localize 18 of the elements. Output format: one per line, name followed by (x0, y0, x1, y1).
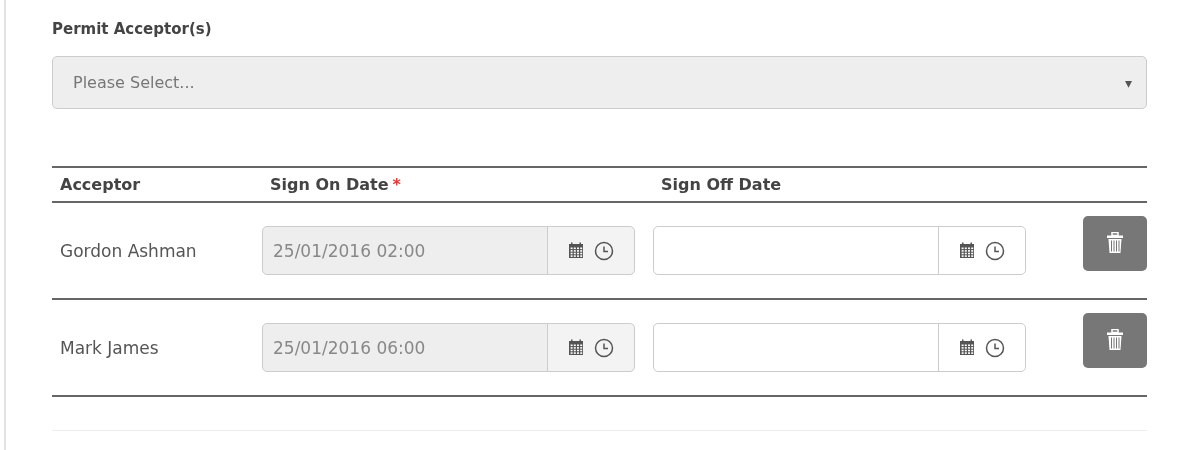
field-label: Permit Acceptor(s) (52, 20, 213, 40)
clock-icon[interactable] (985, 337, 1005, 358)
clock-icon[interactable] (985, 240, 1005, 261)
trash-icon (1106, 232, 1124, 254)
acceptor-name: Gordon Ashman (59, 240, 198, 261)
date-field[interactable] (653, 323, 1026, 372)
trash-icon (1106, 329, 1124, 351)
calendar-icon[interactable] (959, 242, 975, 259)
delete-button[interactable] (1083, 312, 1147, 368)
date-field[interactable] (653, 226, 1026, 275)
column-header: Acceptor (59, 175, 142, 194)
acceptor-name: Mark James (59, 337, 160, 358)
calendar-icon[interactable] (959, 339, 975, 356)
delete-button[interactable] (1083, 215, 1147, 271)
column-header: Sign On Date * (269, 175, 402, 194)
acceptor-select[interactable]: Please Select... ▾ (52, 56, 1147, 109)
column-header: Sign Off Date (660, 175, 783, 194)
caret-icon: ▾ (1124, 74, 1132, 91)
